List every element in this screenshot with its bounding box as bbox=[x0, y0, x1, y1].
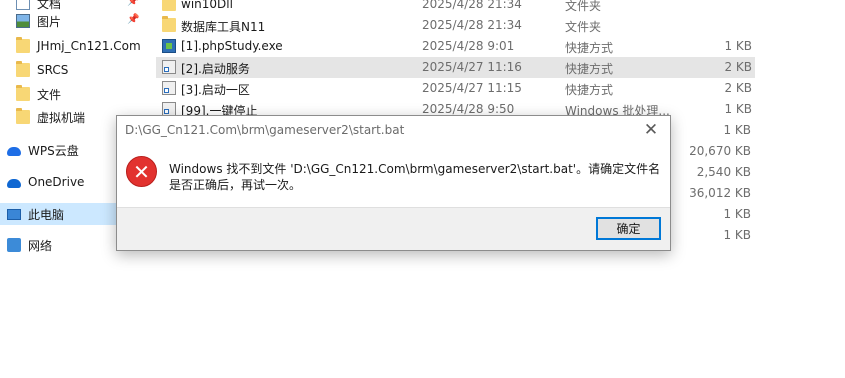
file-size: 2 KB bbox=[724, 81, 752, 95]
file-row-phpstudy[interactable]: [1].phpStudy.exe 2025/4/28 9:01 快捷方式 1 K… bbox=[156, 36, 755, 57]
file-name: 数据库工具N11 bbox=[181, 20, 266, 34]
folder-icon bbox=[162, 16, 176, 32]
dialog-title: D:\GG_Cn121.Com\brm\gameserver2\start.ba… bbox=[125, 123, 405, 137]
file-row-start-service[interactable]: [2].启动服务 2025/4/27 11:16 快捷方式 2 KB bbox=[156, 57, 755, 78]
sidebar-item-label: 图片 bbox=[37, 14, 62, 29]
file-name: [1].phpStudy.exe bbox=[181, 39, 283, 53]
sidebar-item-label: WPS云盘 bbox=[28, 143, 79, 158]
onedrive-icon bbox=[7, 179, 21, 188]
sidebar-item-label: JHmj_Cn121.Com bbox=[37, 39, 141, 53]
error-icon: ✕ bbox=[126, 156, 157, 187]
pictures-icon bbox=[16, 14, 30, 28]
dialog-footer: 确定 bbox=[117, 207, 670, 250]
file-date: 2025/4/27 11:16 bbox=[422, 60, 522, 74]
error-dialog: D:\GG_Cn121.Com\brm\gameserver2\start.ba… bbox=[116, 115, 671, 251]
file-date: 2025/4/28 21:34 bbox=[422, 0, 522, 11]
pin-icon: 📌 bbox=[127, 0, 140, 7]
folder-icon bbox=[16, 85, 30, 101]
close-icon[interactable]: ✕ bbox=[636, 117, 666, 143]
file-type: 快捷方式 bbox=[565, 83, 614, 97]
file-size: 1 KB bbox=[724, 39, 752, 53]
file-row-db-tool[interactable]: 数据库工具N11 2025/4/28 21:34 文件夹 bbox=[156, 15, 755, 36]
sidebar-item-label: 网络 bbox=[28, 238, 53, 253]
file-date: 2025/4/28 9:50 bbox=[422, 102, 515, 116]
file-date: 2025/4/28 9:01 bbox=[422, 39, 515, 53]
file-date: 2025/4/27 11:15 bbox=[422, 81, 522, 95]
sidebar-item-label: OneDrive bbox=[28, 175, 85, 189]
sidebar-item-srcs[interactable]: SRCS bbox=[0, 59, 145, 81]
folder-icon bbox=[16, 108, 30, 124]
file-name: [2].启动服务 bbox=[181, 62, 250, 76]
exe-shortcut-icon bbox=[162, 39, 176, 53]
folder-icon bbox=[16, 37, 30, 53]
document-icon bbox=[16, 0, 30, 10]
sidebar-item-label: 此电脑 bbox=[28, 207, 65, 222]
sidebar-item-files[interactable]: 文件 bbox=[0, 83, 145, 105]
dialog-message: Windows 找不到文件 'D:\GG_Cn121.Com\brm\games… bbox=[169, 162, 661, 192]
batch-file-icon bbox=[162, 102, 176, 116]
sidebar-item-label: 文件 bbox=[37, 87, 62, 102]
folder-icon bbox=[16, 61, 30, 77]
file-type: 快捷方式 bbox=[565, 62, 614, 76]
file-row-start-zone1[interactable]: [3].启动一区 2025/4/27 11:15 快捷方式 2 KB bbox=[156, 78, 755, 99]
sidebar-item-pictures[interactable]: 图片 📌 bbox=[0, 10, 145, 32]
file-date: 2025/4/28 21:34 bbox=[422, 18, 522, 32]
sidebar-item-jhmj[interactable]: JHmj_Cn121.Com bbox=[0, 35, 145, 57]
file-type: 快捷方式 bbox=[565, 41, 614, 55]
file-name: win10Dll bbox=[181, 0, 233, 11]
file-type: 文件夹 bbox=[565, 0, 602, 13]
folder-icon bbox=[162, 0, 176, 11]
file-type: 文件夹 bbox=[565, 20, 602, 34]
file-name: [3].启动一区 bbox=[181, 83, 250, 97]
ok-button[interactable]: 确定 bbox=[596, 217, 661, 240]
cloud-icon bbox=[7, 147, 21, 156]
sidebar-item-label: 虚拟机端 bbox=[37, 110, 86, 125]
shortcut-icon bbox=[162, 60, 176, 74]
file-row-win10dll[interactable]: win10Dll 2025/4/28 21:34 文件夹 bbox=[156, 0, 755, 15]
network-icon bbox=[7, 238, 21, 252]
computer-icon bbox=[7, 208, 21, 220]
file-size: 1 KB bbox=[724, 102, 752, 116]
file-size: 2 KB bbox=[724, 60, 752, 74]
pin-icon: 📌 bbox=[127, 14, 140, 25]
shortcut-icon bbox=[162, 81, 176, 95]
sidebar-item-label: SRCS bbox=[37, 63, 69, 77]
